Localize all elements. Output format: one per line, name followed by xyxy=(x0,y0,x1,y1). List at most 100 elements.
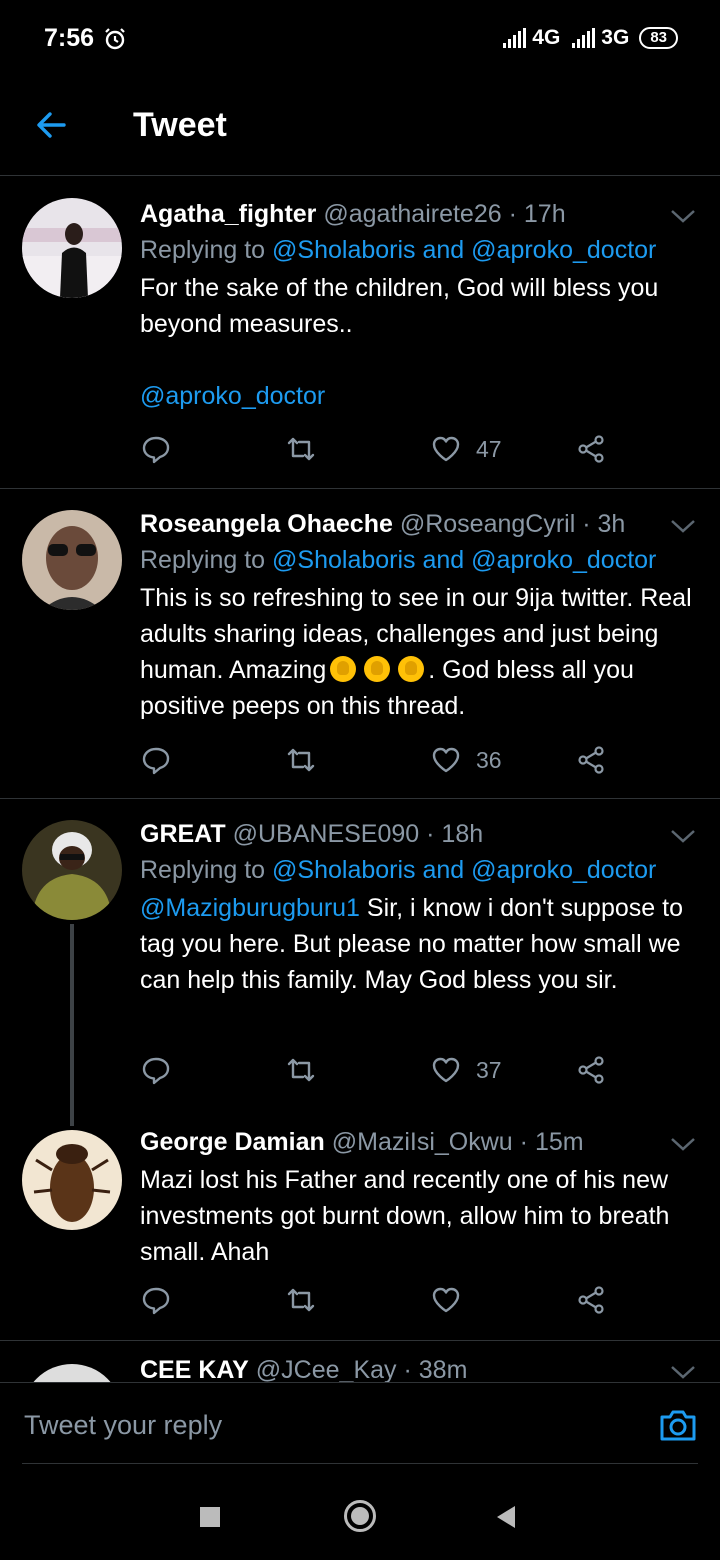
separator-dot: · xyxy=(426,820,435,848)
mention-link[interactable]: @Sholaboris xyxy=(272,856,416,884)
avatar[interactable] xyxy=(22,1130,122,1230)
share-button[interactable] xyxy=(575,1054,607,1086)
tweet-meta: CEE KAY @JCee_Kay · 38m xyxy=(140,1354,698,1382)
reply-icon xyxy=(142,1287,170,1315)
back-triangle-icon[interactable] xyxy=(495,1505,517,1529)
tweet-actions xyxy=(140,1284,620,1324)
network-type-2: 3G xyxy=(601,26,630,49)
chevron-down-icon[interactable] xyxy=(668,1134,698,1154)
separator-dot: · xyxy=(519,1128,528,1156)
like-count: 36 xyxy=(476,746,502,773)
reply-button[interactable] xyxy=(140,1054,172,1086)
replying-to: Replying to @Sholaboris and @aproko_doct… xyxy=(140,544,698,576)
display-name[interactable]: George Damian xyxy=(140,1128,325,1156)
user-handle[interactable]: @agathairete26 xyxy=(323,200,501,228)
signal-icon xyxy=(572,28,596,48)
alarm-clock-icon xyxy=(105,28,125,50)
avatar[interactable] xyxy=(22,510,122,610)
mention-link[interactable]: @aproko_doctor xyxy=(471,546,656,574)
avatar[interactable] xyxy=(22,820,122,920)
tweet-peek[interactable]: CEE KAY @JCee_Kay · 38m xyxy=(0,1340,720,1382)
reply-button[interactable] xyxy=(140,1284,172,1316)
clapping-hands-emoji-icon xyxy=(364,656,391,682)
timestamp: 3h xyxy=(597,510,626,538)
user-handle[interactable]: @RoseangCyril xyxy=(400,510,575,538)
avatar[interactable] xyxy=(22,198,122,298)
retweet-icon xyxy=(287,1058,315,1082)
tweet-actions: 47 xyxy=(140,433,620,473)
like-button[interactable] xyxy=(430,1284,476,1316)
mention-link[interactable]: @aproko_doctor xyxy=(140,382,325,410)
tweet-text-body: Mazi lost his Father and recently one of… xyxy=(140,1166,670,1266)
chevron-down-icon[interactable] xyxy=(668,516,698,536)
tweet-text: For the sake of the children, God will b… xyxy=(140,270,698,414)
reply-icon xyxy=(142,1057,170,1085)
timestamp: 38m xyxy=(418,1356,468,1382)
share-button[interactable] xyxy=(575,744,607,776)
share-button[interactable] xyxy=(575,1284,607,1316)
tweet-text-body: For the sake of the children, God will b… xyxy=(140,274,659,338)
tweet[interactable]: Agatha_fighter @agathairete26 · 17h Repl… xyxy=(0,176,720,489)
heart-icon xyxy=(432,436,460,462)
home-circle-icon[interactable] xyxy=(343,1499,377,1533)
retweet-icon xyxy=(287,437,315,461)
like-button[interactable]: 47 xyxy=(430,433,502,465)
mention-link[interactable]: @aproko_doctor xyxy=(471,856,656,884)
mention-link[interactable]: @Sholaboris xyxy=(272,546,416,574)
back-arrow-icon[interactable] xyxy=(34,108,68,142)
chevron-down-icon[interactable] xyxy=(668,826,698,846)
clapping-hands-emoji-icon xyxy=(330,656,357,682)
mention-link[interactable]: @aproko_doctor xyxy=(471,236,656,264)
replying-and[interactable]: and xyxy=(423,856,465,884)
replying-prefix: Replying to xyxy=(140,236,266,264)
like-button[interactable]: 37 xyxy=(430,1054,502,1086)
thread-line xyxy=(70,924,74,1126)
display-name[interactable]: Roseangela Ohaeche xyxy=(140,510,393,538)
tweet[interactable]: Roseangela Ohaeche @RoseangCyril · 3h Re… xyxy=(0,488,720,799)
reply-button[interactable] xyxy=(140,433,172,465)
status-time: 7:56 xyxy=(44,24,95,52)
display-name[interactable]: GREAT xyxy=(140,820,226,848)
reply-input[interactable] xyxy=(22,1395,626,1455)
user-handle[interactable]: @UBANESE090 xyxy=(233,820,420,848)
reply-button[interactable] xyxy=(140,744,172,776)
tweet-meta: Roseangela Ohaeche @RoseangCyril · 3h xyxy=(140,508,698,540)
user-handle[interactable]: @JCee_Kay xyxy=(256,1356,397,1382)
heart-icon xyxy=(432,747,460,773)
tweet-text: This is so refreshing to see in our 9ija… xyxy=(140,580,698,724)
clapping-hands-emoji-icon xyxy=(398,656,425,682)
reply-composer xyxy=(0,1382,720,1467)
mention-link[interactable]: @Sholaboris xyxy=(272,236,416,264)
system-nav-bar xyxy=(0,1466,720,1560)
replying-prefix: Replying to xyxy=(140,546,266,574)
retweet-button[interactable] xyxy=(285,1284,317,1316)
replying-and[interactable]: and xyxy=(423,236,465,264)
camera-icon[interactable] xyxy=(658,1407,698,1443)
like-count: 37 xyxy=(476,1056,502,1083)
replying-and[interactable]: and xyxy=(423,546,465,574)
network-type-1: 4G xyxy=(532,26,561,49)
retweet-button[interactable] xyxy=(285,1054,317,1086)
mention-link[interactable]: @Mazigburugburu1 xyxy=(140,894,360,922)
status-bar: 7:56 4G 3G 83 xyxy=(0,0,720,80)
avatar[interactable] xyxy=(22,1364,122,1382)
chevron-down-icon[interactable] xyxy=(668,1362,698,1382)
timestamp: 17h xyxy=(523,200,566,228)
retweet-button[interactable] xyxy=(285,433,317,465)
tweet[interactable]: George Damian @MaziIsi_Okwu · 15m Mazi l… xyxy=(0,1108,720,1341)
retweet-icon xyxy=(287,1288,315,1312)
user-handle[interactable]: @MaziIsi_Okwu xyxy=(332,1128,513,1156)
share-button[interactable] xyxy=(575,433,607,465)
display-name[interactable]: Agatha_fighter xyxy=(140,200,316,228)
recents-square-icon[interactable] xyxy=(199,1506,221,1528)
display-name[interactable]: CEE KAY xyxy=(140,1356,249,1382)
chevron-down-icon[interactable] xyxy=(668,206,698,226)
retweet-button[interactable] xyxy=(285,744,317,776)
app-header: Tweet xyxy=(0,80,720,176)
reply-icon xyxy=(142,436,170,464)
replying-to: Replying to @Sholaboris and @aproko_doct… xyxy=(140,234,698,266)
like-button[interactable]: 36 xyxy=(430,744,502,776)
tweet-actions: 36 xyxy=(140,744,620,784)
tweet[interactable]: GREAT @UBANESE090 · 18h Replying to @Sho… xyxy=(0,798,720,1126)
heart-icon xyxy=(432,1057,460,1083)
